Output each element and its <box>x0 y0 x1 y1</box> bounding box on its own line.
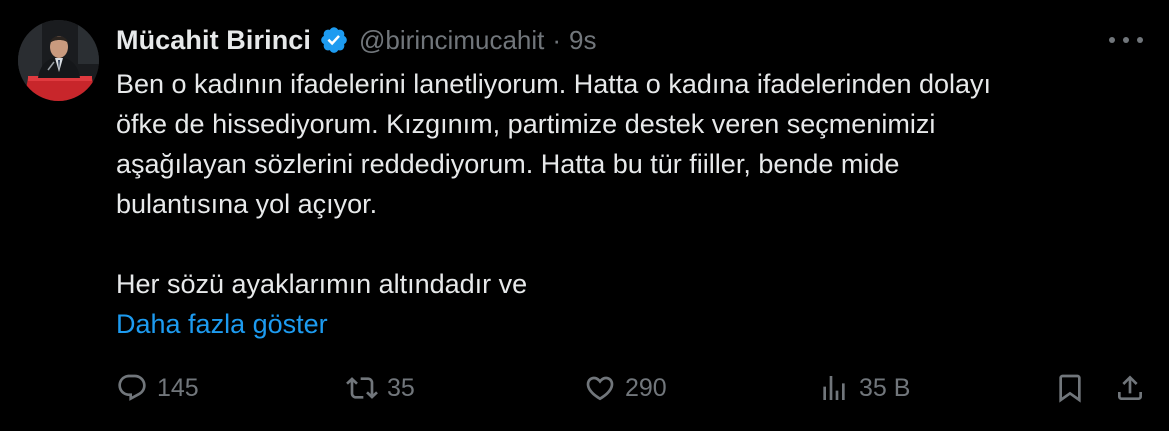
retweet-icon <box>346 377 378 399</box>
like-count: 290 <box>625 373 667 402</box>
tweet-text-line: aşağılayan sözlerini reddediyorum. Hatta… <box>116 149 900 179</box>
reply-count: 145 <box>157 373 199 402</box>
tweet-text-line: öfke de hissediyorum. Kızgınım, partimiz… <box>116 109 936 139</box>
reply-button[interactable]: 145 <box>116 366 199 410</box>
author-name[interactable]: Mücahit Birinci <box>116 25 311 56</box>
tweet-text: Ben o kadının ifadelerini lanetliyorum. … <box>116 64 1126 344</box>
more-options-icon[interactable] <box>1109 28 1143 52</box>
like-button[interactable]: 290 <box>584 366 667 410</box>
verified-badge-icon[interactable] <box>319 25 349 55</box>
bookmark-icon <box>1059 374 1081 403</box>
tweet-text-line: bulantısına yol açıyor. <box>116 189 378 219</box>
bookmark-button[interactable] <box>1054 366 1086 410</box>
views-button[interactable]: 35 B <box>818 366 910 410</box>
share-icon <box>1118 375 1142 400</box>
tweet-text-line: Ben o kadının ifadelerini lanetliyorum. … <box>116 69 992 99</box>
tweet-text-line: Her sözü ayaklarımın altındadır ve <box>116 269 528 299</box>
show-more-link[interactable]: Daha fazla göster <box>116 304 328 344</box>
reply-icon <box>118 374 146 401</box>
retweet-button[interactable]: 35 <box>346 366 415 410</box>
heart-icon <box>586 376 614 401</box>
avatar[interactable] <box>18 20 99 101</box>
tweet-timestamp[interactable]: 9s <box>569 25 596 56</box>
tweet-card[interactable]: Mücahit Birinci @birincimucahit · 9s Ben… <box>0 0 1169 431</box>
action-bar: 145 35 290 35 B <box>116 366 1146 410</box>
avatar-photo <box>18 20 99 101</box>
header-separator: · <box>552 24 562 55</box>
views-count: 35 B <box>859 373 911 402</box>
views-chart-icon <box>823 376 845 400</box>
tweet-header: Mücahit Birinci @birincimucahit · 9s <box>116 22 597 58</box>
retweet-count: 35 <box>387 373 415 402</box>
share-button[interactable] <box>1114 366 1146 410</box>
author-handle[interactable]: @birincimucahit <box>359 25 544 56</box>
